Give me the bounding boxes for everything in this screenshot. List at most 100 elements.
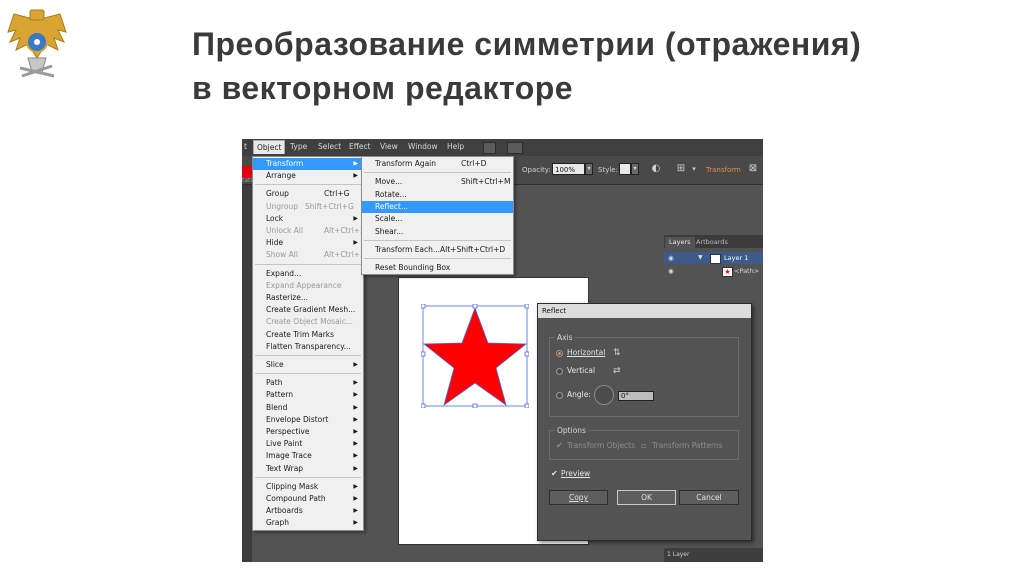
expand-triangle-icon[interactable]: ▼: [698, 252, 703, 264]
menu-item-label: Unlock All: [266, 226, 304, 235]
object-menu-item[interactable]: Create Object Mosaic...: [253, 316, 363, 328]
object-menu-item[interactable]: Unlock All Alt+Ctrl+2: [253, 225, 365, 237]
object-menu-item[interactable]: Expand Appearance: [253, 280, 363, 292]
menu-item-label: Artboards: [266, 506, 303, 516]
object-menu-item[interactable]: Slice ▶: [253, 359, 363, 371]
align-dropdown-icon[interactable]: ▾: [688, 163, 700, 175]
menu-item-label: Path: [266, 378, 283, 388]
transform-submenu-item[interactable]: Transform Again Ctrl+D: [362, 158, 513, 170]
menu-edit-cut[interactable]: t: [244, 142, 247, 151]
object-menu-item[interactable]: Pattern ▶: [253, 389, 363, 401]
transform-submenu-item[interactable]: Move... Shift+Ctrl+M: [362, 176, 513, 188]
red-star-selected[interactable]: [421, 304, 529, 408]
vertical-axis-icon: ⇄: [613, 366, 621, 376]
ok-button[interactable]: OK: [617, 490, 676, 505]
menu-window[interactable]: Window: [408, 142, 438, 151]
menu-type[interactable]: Type: [290, 142, 307, 151]
transform-submenu-item[interactable]: Scale...: [362, 213, 513, 225]
object-menu-item[interactable]: Hide ▶: [253, 237, 363, 249]
object-menu-item[interactable]: Blend ▶: [253, 402, 363, 414]
opacity-dropdown[interactable]: ▾: [585, 163, 593, 175]
angle-field[interactable]: 0°: [618, 391, 654, 401]
menu-item-label: Ungroup: [266, 201, 299, 211]
align-icon[interactable]: ⊞: [675, 163, 687, 175]
menu-item-label: Transform Again: [375, 159, 437, 168]
submenu-arrow-icon: ▶: [353, 482, 358, 490]
object-menu-item[interactable]: Artboards ▶: [253, 505, 363, 517]
visibility-eye-icon[interactable]: ◉: [668, 252, 674, 264]
object-menu-item[interactable]: Graph ▶: [253, 517, 363, 529]
object-menu-item[interactable]: Rasterize...: [253, 292, 363, 304]
object-menu-item[interactable]: Path ▶: [253, 377, 363, 389]
layer-row[interactable]: ◉ ▼ Layer 1: [664, 252, 763, 264]
menu-help[interactable]: Help: [447, 142, 464, 151]
horizontal-radio[interactable]: [556, 350, 563, 357]
cancel-button[interactable]: Cancel: [679, 490, 739, 505]
transform-submenu-item[interactable]: Reset Bounding Box: [362, 262, 513, 274]
object-menu-item[interactable]: Ungroup Shift+Ctrl+G: [253, 201, 363, 213]
menu-item-label: Rotate...: [375, 189, 407, 199]
transform-submenu-item[interactable]: Reflect...: [362, 200, 513, 213]
object-menu-item[interactable]: Clipping Mask ▶: [253, 481, 363, 493]
submenu-arrow-icon: ▶: [353, 464, 358, 472]
object-menu-item[interactable]: Compound Path ▶: [253, 493, 363, 505]
object-menu-item[interactable]: Group Ctrl+G: [253, 188, 363, 200]
vertical-label[interactable]: Vertical: [567, 366, 595, 375]
arrange-documents-icon[interactable]: [507, 142, 523, 154]
menu-item-label: Transform: [266, 159, 304, 168]
transform-submenu-item[interactable]: Shear...: [362, 226, 513, 238]
object-menu-item[interactable]: Envelope Distort ▶: [253, 414, 363, 426]
object-menu-item[interactable]: Flatten Transparency...: [253, 341, 363, 353]
transform-link[interactable]: Transform: [706, 166, 741, 174]
menu-effect[interactable]: Effect: [349, 142, 371, 151]
object-menu-item[interactable]: Arrange ▶: [253, 170, 363, 182]
visibility-eye-icon[interactable]: ◉: [668, 265, 674, 277]
menu-item-shortcut: Shift+Ctrl+G: [305, 201, 354, 211]
object-menu-item[interactable]: Show All Alt+Ctrl+3: [253, 249, 365, 261]
path-thumbnail-star-icon: ★: [722, 267, 733, 277]
preview-check-icon[interactable]: ✔: [551, 470, 559, 478]
layer-name[interactable]: Layer 1: [724, 252, 748, 264]
submenu-arrow-icon: ▶: [353, 379, 358, 387]
submenu-arrow-icon: ▶: [353, 239, 358, 247]
object-menu-item[interactable]: Perspective ▶: [253, 426, 363, 438]
tab-layers[interactable]: Layers: [665, 237, 695, 248]
bridge-icon[interactable]: [483, 142, 496, 154]
object-menu-item[interactable]: Expand...: [253, 268, 363, 280]
submenu-arrow-icon: ▶: [353, 415, 358, 423]
angle-radio[interactable]: [556, 392, 563, 399]
isolate-icon[interactable]: ⊠: [747, 163, 759, 175]
menu-object[interactable]: Object: [253, 140, 286, 154]
object-menu-item[interactable]: Image Trace ▶: [253, 450, 363, 462]
object-menu-item[interactable]: Create Trim Marks: [253, 329, 363, 341]
graphic-style-swatch[interactable]: [619, 163, 631, 175]
horizontal-label[interactable]: Horizontal: [567, 348, 605, 357]
style-dropdown[interactable]: ▾: [631, 163, 639, 175]
object-menu-item[interactable]: Text Wrap ▶: [253, 463, 363, 475]
transform-submenu-item[interactable]: Rotate...: [362, 189, 513, 201]
object-menu-item[interactable]: Transform ▶: [253, 158, 363, 170]
object-menu-item[interactable]: Live Paint ▶: [253, 438, 363, 450]
tab-artboards[interactable]: Artboards: [692, 237, 732, 248]
transform-submenu-item[interactable]: Transform Each... Alt+Shift+Ctrl+D: [362, 244, 513, 256]
recolor-icon[interactable]: ◐: [650, 163, 662, 175]
menu-select[interactable]: Select: [318, 142, 341, 151]
object-menu-item[interactable]: Create Gradient Mesh...: [253, 304, 363, 316]
transform-patterns-check-icon[interactable]: ▫: [641, 442, 649, 450]
vertical-radio[interactable]: [556, 368, 563, 375]
illustrator-window: t Object Type Select Effect View Window …: [242, 139, 763, 562]
transform-objects-check-icon[interactable]: ✔: [556, 442, 564, 450]
object-menu-item[interactable]: Lock ▶: [253, 213, 363, 225]
menu-view[interactable]: View: [380, 142, 398, 151]
horizontal-axis-icon: ⇅: [613, 348, 621, 358]
preview-label[interactable]: Preview: [561, 469, 590, 478]
submenu-arrow-icon: ▶: [353, 428, 358, 435]
submenu-arrow-icon: ▶: [353, 440, 358, 448]
path-row[interactable]: ◉ ★ <Path>: [664, 265, 763, 277]
angle-dial[interactable]: [594, 385, 614, 405]
opacity-field[interactable]: 100%: [552, 163, 585, 175]
menu-item-shortcut: Alt+Ctrl+2: [324, 226, 365, 235]
copy-button[interactable]: Copy: [549, 490, 608, 505]
menu-separator: [364, 172, 511, 174]
path-name[interactable]: <Path>: [734, 265, 759, 277]
